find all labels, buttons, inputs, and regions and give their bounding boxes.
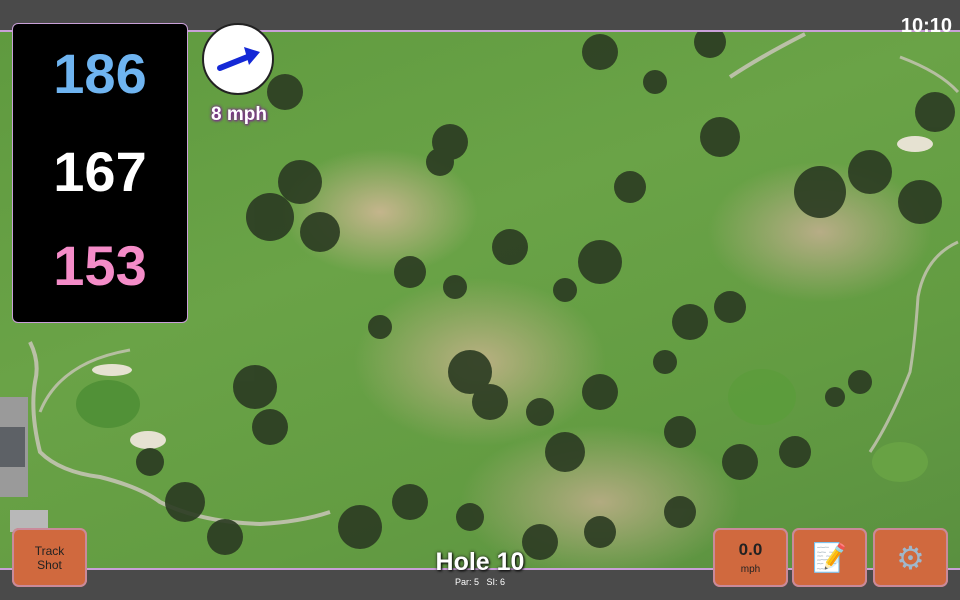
clock: 10:10	[900, 15, 952, 37]
speed-button[interactable]: 0.0 mph	[713, 528, 788, 587]
hole-info: Par: 5 SI: 6	[380, 577, 580, 587]
wind-direction-arrow-icon	[217, 47, 260, 71]
wind-indicator	[202, 23, 274, 95]
distance-middle: 167	[53, 140, 147, 203]
gear-icon: ⚙	[896, 539, 925, 576]
distance-back: 186	[53, 42, 147, 105]
track-shot-button[interactable]: Track Shot	[12, 528, 87, 587]
hole-stroke-index: SI: 6	[486, 577, 506, 587]
track-shot-label-line1: Track	[34, 543, 65, 558]
hole-par: Par: 5	[454, 577, 479, 587]
hole-title: Hole 10	[435, 548, 525, 576]
speed-value: 0.0	[738, 540, 763, 559]
speed-unit: mph	[740, 564, 761, 575]
distance-front: 153	[53, 234, 147, 297]
notes-button[interactable]: 📝	[792, 528, 867, 587]
distance-panel: 186 167 153	[12, 23, 188, 323]
notepad-icon: 📝	[812, 542, 847, 573]
track-shot-label-line2: Shot	[37, 557, 62, 572]
settings-button[interactable]: ⚙	[873, 528, 948, 587]
wind-speed-label: 8 mph	[211, 104, 267, 125]
